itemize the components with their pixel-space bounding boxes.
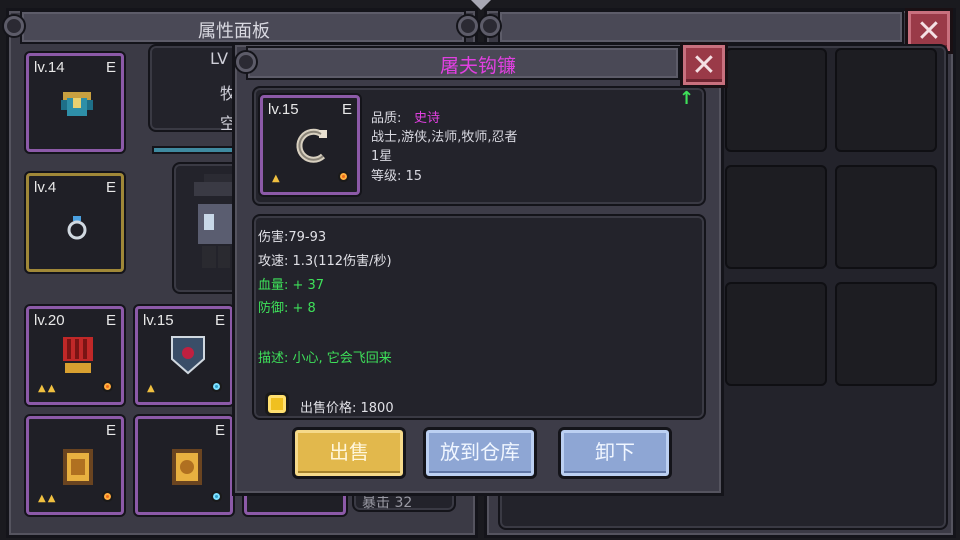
equip-slot-ring[interactable]: lv.4 E xyxy=(26,173,124,272)
tome-icon xyxy=(63,449,93,485)
socket-gem-icon xyxy=(338,171,349,182)
bolt-icon xyxy=(236,52,256,72)
quality-label: 品质: xyxy=(371,111,402,126)
close-icon: ✕ xyxy=(691,48,717,83)
hero-sprite-icon xyxy=(194,174,234,268)
inventory-slot[interactable] xyxy=(725,165,827,269)
armor-icon xyxy=(61,92,93,116)
slot-equipped-tag: E xyxy=(105,59,116,76)
item-damage: 伤害:79-93 xyxy=(258,230,327,245)
attribute-panel-title: 属性面板 xyxy=(198,21,270,42)
equip-slot-shield[interactable]: lv.15 E ▲ xyxy=(135,306,233,405)
item-star-rating: 1星 xyxy=(371,149,393,164)
quality-value: 史诗 xyxy=(414,111,441,126)
item-def-bonus: 防御: + 8 xyxy=(258,301,316,316)
equip-slot-tome-2[interactable]: E xyxy=(135,416,233,515)
item-equipped-tag: E xyxy=(341,101,352,118)
socket-gem-icon xyxy=(102,381,113,392)
bolt-icon xyxy=(4,16,24,36)
item-stars-icon: ▲ xyxy=(272,173,282,184)
slot-level: lv.14 xyxy=(34,59,65,76)
slot-stars: ▲▲ xyxy=(38,493,58,504)
item-hp-bonus: 血量: + 37 xyxy=(258,278,325,293)
gold-coin-icon xyxy=(265,392,289,416)
bolt-icon xyxy=(480,16,500,36)
tome-icon xyxy=(172,449,202,485)
equip-slot-armor[interactable]: lv.14 E xyxy=(26,53,124,152)
sell-button[interactable]: 出售 xyxy=(292,427,406,479)
hero-hp-bar xyxy=(152,146,242,154)
inventory-slot[interactable] xyxy=(725,282,827,386)
equip-slot-gloves[interactable]: lv.20 E ▲▲ xyxy=(26,306,124,405)
slot-equipped-tag: E xyxy=(214,422,225,439)
item-description: 描述: 小心, 它会飞回来 xyxy=(258,351,392,366)
slot-equipped-tag: E xyxy=(105,179,116,196)
item-level: lv.15 xyxy=(268,101,299,118)
inventory-slot[interactable] xyxy=(835,165,937,269)
item-preview-slot: lv.15 E ▲ xyxy=(260,95,360,195)
item-classes: 战士,游侠,法师,牧师,忍者 xyxy=(371,130,518,145)
slot-equipped-tag: E xyxy=(214,312,225,329)
item-attack-speed: 攻速: 1.3(112伤害/秒) xyxy=(258,254,392,269)
item-grade: 等级: 15 xyxy=(371,169,423,184)
top-marker-icon xyxy=(471,0,491,10)
slot-equipped-tag: E xyxy=(105,312,116,329)
slot-level: lv.15 xyxy=(143,312,174,329)
socket-gem-icon xyxy=(211,491,222,502)
inventory-slot[interactable] xyxy=(725,48,827,152)
slot-equipped-tag: E xyxy=(105,422,116,439)
ring-icon xyxy=(67,216,87,240)
hero-level-label: LV xyxy=(210,49,229,68)
equip-slot-tome-1[interactable]: E ▲▲ xyxy=(26,416,124,515)
gauntlet-icon xyxy=(63,337,93,373)
sell-price: 出售价格: 1800 xyxy=(300,401,394,416)
slot-stars: ▲ xyxy=(147,383,157,394)
hook-sickle-icon xyxy=(296,128,327,163)
slot-level: lv.4 xyxy=(34,179,57,196)
item-name: 屠夫钩镰 xyxy=(440,55,517,77)
inventory-panel-header xyxy=(498,10,904,44)
upgrade-arrow-icon: ↑ xyxy=(679,88,695,109)
inventory-slot[interactable] xyxy=(835,48,937,152)
shield-icon xyxy=(171,336,205,375)
socket-gem-icon xyxy=(102,491,113,502)
socket-gem-icon xyxy=(211,381,222,392)
popup-close-button[interactable]: ✕ xyxy=(680,42,728,88)
unequip-button[interactable]: 卸下 xyxy=(558,427,672,479)
store-to-warehouse-button[interactable]: 放到仓库 xyxy=(423,427,537,479)
slot-level: lv.20 xyxy=(34,312,65,329)
inventory-slot[interactable] xyxy=(835,282,937,386)
bolt-icon xyxy=(458,16,478,36)
slot-stars: ▲▲ xyxy=(38,383,58,394)
